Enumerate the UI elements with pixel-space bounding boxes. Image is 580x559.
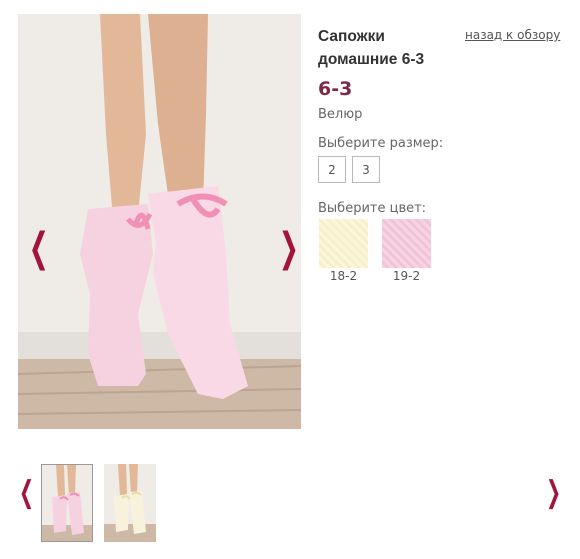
size-label: Выберите размер:	[318, 136, 444, 151]
color-swatch-18-2[interactable]	[319, 219, 368, 268]
back-to-overview-link[interactable]: назад к обзору	[465, 28, 560, 42]
product-material: Велюр	[318, 107, 363, 122]
thumb-next-arrow-icon[interactable]: ❯	[546, 478, 561, 508]
color-code-18-2: 18-2	[329, 269, 358, 283]
main-product-photo	[18, 14, 301, 429]
color-label: Выберите цвет:	[318, 201, 427, 216]
size-option-2[interactable]: 2	[318, 156, 346, 183]
product-title: Сапожки домашние 6-3	[318, 28, 425, 68]
main-prev-arrow-icon[interactable]: ❮	[29, 228, 49, 268]
thumb-prev-arrow-icon[interactable]: ❮	[19, 478, 34, 508]
main-next-arrow-icon[interactable]: ❯	[279, 228, 299, 268]
size-option-3[interactable]: 3	[352, 156, 380, 183]
thumbnail-pink-slippers[interactable]	[41, 464, 93, 542]
color-swatch-19-2[interactable]	[382, 219, 431, 268]
thumbnail-cream-slippers[interactable]	[104, 464, 156, 542]
color-code-19-2: 19-2	[392, 269, 421, 283]
product-code: 6-3	[318, 78, 353, 100]
